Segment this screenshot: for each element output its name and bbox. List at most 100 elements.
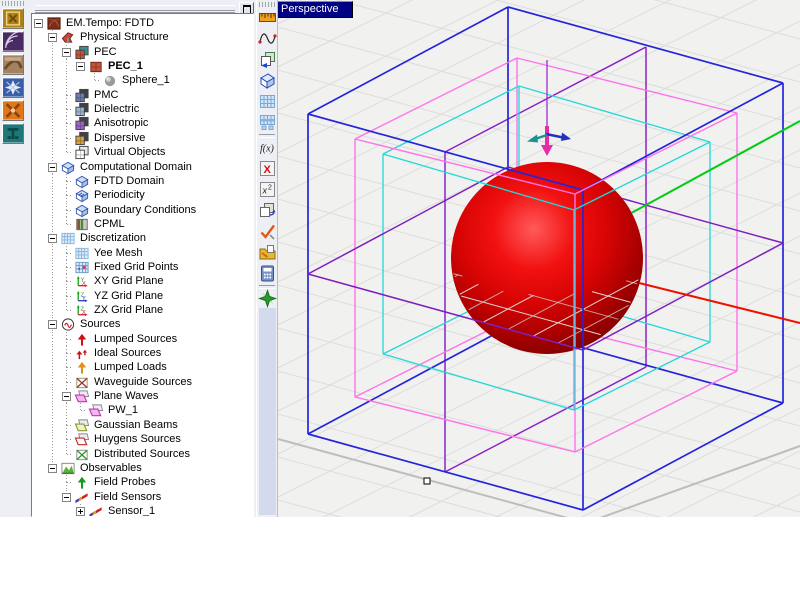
tree-expand-minus[interactable] — [62, 493, 71, 502]
paste-objects[interactable] — [258, 50, 277, 69]
tree-item-fdtd-domain[interactable]: FDTD Domain — [32, 174, 253, 189]
functions-icon: f(x) — [258, 138, 277, 157]
tree-item-xy-grid-plane[interactable]: YXXY Grid Plane — [32, 274, 253, 289]
app-window: { "viewport": { "label": "Perspective", … — [0, 0, 800, 597]
tree-item-virtual-objects[interactable]: Virtual Objects — [32, 145, 253, 160]
run-simulation-icon — [258, 289, 277, 308]
tree-item-label: Yee Mesh — [91, 246, 145, 259]
tree-item-gaussian-beams[interactable]: Gaussian Beams — [32, 418, 253, 433]
mesh-settings[interactable] — [258, 113, 277, 132]
tree-guide — [67, 367, 73, 368]
tree-item-label: EM.Tempo: FDTD — [63, 16, 156, 29]
tree-item-field-sensors[interactable]: Field Sensors — [32, 490, 253, 505]
tree-expand-minus[interactable] — [62, 48, 71, 57]
plane-red-icon — [74, 432, 90, 447]
tree-expand-minus[interactable] — [48, 320, 57, 329]
mat-diel-icon — [74, 102, 90, 117]
tree-guide — [52, 188, 53, 203]
functions[interactable]: f(x) — [258, 138, 277, 157]
tree-item-yz-grid-plane[interactable]: ZYYZ Grid Plane — [32, 289, 253, 304]
domain-box[interactable] — [258, 71, 277, 90]
module-libera[interactable] — [2, 77, 24, 98]
tree-item-pec-1[interactable]: PEC_1 — [32, 59, 253, 74]
tree-expand-minus[interactable] — [48, 163, 57, 172]
module-ferma[interactable] — [2, 54, 24, 75]
tree-guide — [52, 360, 53, 375]
show-mesh[interactable] — [258, 92, 277, 111]
tree-expand-plus[interactable] — [76, 507, 85, 516]
module-icon — [46, 16, 62, 31]
tree-expand-minus[interactable] — [48, 464, 57, 473]
tree-item-field-probes[interactable]: Field Probes — [32, 475, 253, 490]
superscript-math[interactable]: x2 — [258, 180, 277, 199]
transfer-objects[interactable] — [258, 201, 277, 220]
import-folder[interactable] — [258, 243, 277, 262]
tree-item-waveguide-sources[interactable]: Waveguide Sources — [32, 375, 253, 390]
variables[interactable]: X — [258, 159, 277, 178]
tree-item-dielectric[interactable]: Dielectric — [32, 102, 253, 117]
mat-virtual-icon — [74, 145, 90, 160]
tree-item-label: Plane Waves — [91, 389, 160, 402]
tree-item-label: Sphere_1 — [119, 73, 172, 86]
module-illumina[interactable] — [2, 100, 24, 121]
tree-item-zx-grid-plane[interactable]: ZXZX Grid Plane — [32, 303, 253, 318]
tree-item-sphere-1[interactable]: Sphere_1 — [32, 73, 253, 88]
calculator[interactable] — [258, 264, 277, 283]
arrow-green-icon — [74, 475, 90, 490]
tree-expand-minus[interactable] — [76, 62, 85, 71]
ruler-tool[interactable] — [258, 8, 277, 27]
module-picasso[interactable] — [2, 8, 24, 29]
tree-guide — [52, 274, 53, 289]
superscript-math-icon: x2 — [258, 180, 277, 199]
tree-item-huygens-sources[interactable]: Huygens Sources — [32, 432, 253, 447]
tree-guide — [52, 174, 53, 189]
tree-guide — [67, 210, 73, 211]
tree-item-observables[interactable]: Observables — [32, 461, 253, 476]
toolbar-grip[interactable] — [2, 1, 26, 6]
tree-item-label: Fixed Grid Points — [91, 260, 180, 273]
module-terrano[interactable] — [2, 31, 24, 52]
curve-tool[interactable] — [258, 29, 277, 48]
sensor-icon — [88, 504, 104, 517]
tree-item-pec[interactable]: PEC — [32, 45, 253, 60]
tree-item-label: Distributed Sources — [91, 447, 192, 460]
tree-item-em-tempo-fdtd[interactable]: EM.Tempo: FDTD — [32, 16, 253, 31]
window-slack — [0, 517, 800, 597]
tree-item-discretization[interactable]: Discretization — [32, 231, 253, 246]
tree-item-sources[interactable]: Sources — [32, 317, 253, 332]
tree-item-sensor-1[interactable]: Sensor_1 — [32, 504, 253, 517]
tree-item-periodicity[interactable]: Periodicity — [32, 188, 253, 203]
tree-item-dispersive[interactable]: Dispersive — [32, 131, 253, 146]
tree-item-distributed-sources[interactable]: Distributed Sources — [32, 447, 253, 462]
tree-expand-minus[interactable] — [62, 392, 71, 401]
tree-item-yee-mesh[interactable]: Yee Mesh — [32, 246, 253, 261]
tree-item-anisotropic[interactable]: Anisotropic — [32, 116, 253, 131]
tree-item-ideal-sources[interactable]: Ideal Sources — [32, 346, 253, 361]
tree-item-physical-structure[interactable]: Physical Structure — [32, 30, 253, 45]
run-simulation[interactable] — [258, 289, 277, 308]
tree-item-fixed-grid-points[interactable]: Fixed Grid Points — [32, 260, 253, 275]
tree-item-plane-waves[interactable]: Plane Waves — [32, 389, 253, 404]
svg-text:X: X — [82, 310, 86, 316]
tree-item-boundary-conditions[interactable]: Boundary Conditions — [32, 203, 253, 218]
tree-guide — [67, 339, 73, 340]
project-tree[interactable]: EM.Tempo: FDTDPhysical StructurePECPEC_1… — [31, 13, 254, 517]
tree-guide — [67, 181, 73, 182]
tree-item-computational-domain[interactable]: Computational Domain — [32, 160, 253, 175]
viewport-title[interactable]: Perspective — [277, 1, 353, 18]
tree-item-lumped-sources[interactable]: Lumped Sources — [32, 332, 253, 347]
tree-item-pmc[interactable]: PMC — [32, 88, 253, 103]
mat-pec-icon — [74, 45, 90, 60]
module-cube[interactable] — [2, 123, 24, 144]
tree-item-pw-1[interactable]: PW_1 — [32, 403, 253, 418]
tree-expand-minus[interactable] — [48, 33, 57, 42]
module-toolbar — [0, 0, 29, 517]
mesh-icon — [74, 246, 90, 261]
tree-expand-minus[interactable] — [34, 19, 43, 28]
palette-grip[interactable] — [259, 2, 275, 7]
validate[interactable] — [258, 222, 277, 241]
mat-pmc-icon — [74, 88, 90, 103]
tree-expand-minus[interactable] — [48, 234, 57, 243]
tree-item-lumped-loads[interactable]: Lumped Loads — [32, 360, 253, 375]
tree-item-cpml[interactable]: CPML — [32, 217, 253, 232]
